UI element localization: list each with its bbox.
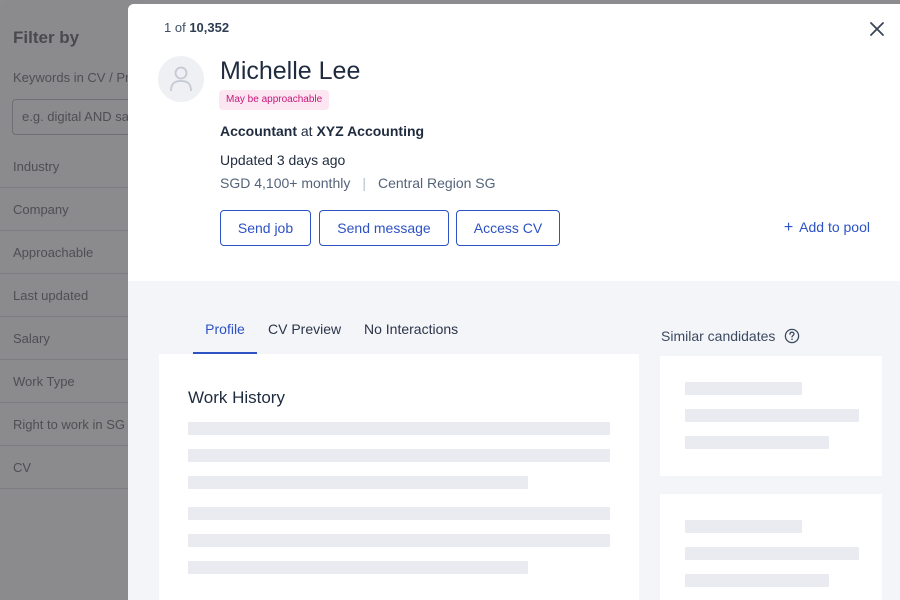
skeleton-line: [188, 561, 528, 574]
user-icon: [170, 66, 192, 92]
filter-salary[interactable]: Salary: [0, 317, 140, 360]
tab-cv-preview[interactable]: CV Preview: [268, 312, 341, 354]
candidate-header: 1 of 10,352 Michelle Lee May be approach…: [128, 4, 900, 281]
close-button[interactable]: [868, 20, 886, 38]
approachable-badge: May be approachable: [219, 90, 330, 110]
similar-candidate-card[interactable]: [660, 356, 882, 476]
candidate-name: Michelle Lee: [220, 57, 361, 85]
work-history-card: Work History: [159, 354, 639, 600]
candidate-meta: SGD 4,100+ monthly | Central Region SG: [220, 175, 496, 191]
skeleton-line: [188, 449, 610, 462]
filter-approachable[interactable]: Approachable: [0, 231, 140, 274]
filter-work-type[interactable]: Work Type: [0, 360, 140, 403]
similar-candidate-card[interactable]: [660, 494, 882, 600]
similar-candidates-title: Similar candidates: [661, 328, 800, 344]
skeleton-line: [685, 409, 859, 422]
skeleton-line: [188, 534, 610, 547]
add-to-pool-button[interactable]: + Add to pool: [784, 219, 870, 237]
question-circle-icon[interactable]: [784, 328, 800, 344]
result-counter: 1 of 10,352: [164, 20, 230, 35]
send-message-button[interactable]: Send message: [319, 210, 449, 246]
skeleton-line: [685, 520, 802, 533]
filter-last-updated[interactable]: Last updated: [0, 274, 140, 317]
send-job-button[interactable]: Send job: [220, 210, 311, 246]
filter-right-to-work[interactable]: Right to work in SG: [0, 403, 140, 446]
salary: SGD 4,100+ monthly: [220, 175, 351, 191]
skeleton-line: [188, 507, 610, 520]
close-icon: [870, 22, 884, 36]
last-updated: Updated 3 days ago: [220, 152, 346, 168]
skeleton-line: [188, 422, 610, 435]
candidate-role: Accountant at XYZ Accounting: [220, 123, 425, 139]
skeleton-line: [188, 476, 528, 489]
work-history-heading: Work History: [188, 388, 285, 407]
meta-separator: |: [362, 175, 366, 191]
keywords-label: Keywords in CV / Profile: [13, 70, 140, 85]
filter-cv[interactable]: CV: [0, 446, 140, 489]
filter-sidebar: Filter by Keywords in CV / Profile e.g. …: [0, 0, 140, 600]
skeleton-line: [685, 382, 802, 395]
skeleton-line: [685, 574, 829, 587]
filter-industry[interactable]: Industry: [0, 145, 140, 188]
plus-icon: +: [783, 219, 794, 236]
skeleton-line: [685, 547, 859, 560]
tab-no-interactions[interactable]: No Interactions: [364, 312, 458, 354]
location: Central Region SG: [378, 175, 496, 191]
filter-title: Filter by: [13, 28, 80, 47]
skeleton-line: [685, 436, 829, 449]
avatar: [158, 56, 204, 102]
access-cv-button[interactable]: Access CV: [456, 210, 560, 246]
candidate-panel: 1 of 10,352 Michelle Lee May be approach…: [128, 4, 900, 600]
filter-company[interactable]: Company: [0, 188, 140, 231]
keywords-input[interactable]: e.g. digital AND sales: [12, 99, 140, 135]
tab-profile[interactable]: Profile: [193, 312, 257, 354]
